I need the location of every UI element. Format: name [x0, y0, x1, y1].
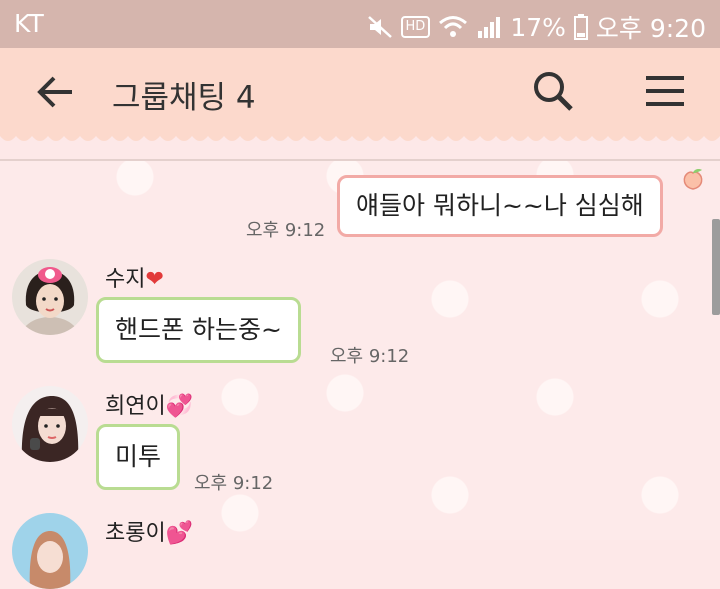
- menu-icon: [646, 76, 684, 106]
- sparkling-heart-icon: 💞: [165, 394, 194, 419]
- message-time: 오후 9:12: [330, 346, 410, 367]
- back-button[interactable]: [36, 72, 76, 112]
- header-scallop-edge: [0, 132, 720, 141]
- sender-name: 초롱이💕: [105, 521, 194, 546]
- wifi-icon: [438, 15, 468, 39]
- menu-button[interactable]: [644, 70, 686, 112]
- message-bubble[interactable]: 미투: [96, 424, 181, 490]
- back-arrow-icon: [37, 76, 72, 108]
- carrier-label: KT: [14, 9, 44, 38]
- message-text: 핸드폰 하는중~: [115, 315, 282, 344]
- message-time: 오후 9:12: [194, 473, 274, 494]
- message-text: 미투: [115, 442, 162, 471]
- avatar[interactable]: [12, 386, 88, 462]
- scrollbar[interactable]: [712, 219, 720, 315]
- search-button[interactable]: [530, 68, 576, 114]
- chat-title: 그룹채팅 4: [112, 80, 256, 116]
- message-time: 오후 9:12: [246, 220, 326, 241]
- signal-icon: [476, 15, 502, 39]
- message-bubble[interactable]: 핸드폰 하는중~: [96, 297, 301, 363]
- avatar[interactable]: [12, 513, 88, 589]
- chat-area[interactable]: 얘들아 뭐하니~~나 심심해 오후 9:12 수지❤ 핸드폰 하는중~ 오후 9…: [0, 161, 720, 589]
- chat-header: 그룹채팅 4: [0, 48, 720, 141]
- avatar[interactable]: [12, 259, 88, 335]
- battery-icon: [573, 14, 588, 40]
- message-text: 얘들아 뭐하니~~나 심심해: [356, 191, 644, 220]
- battery-percent: 17%: [510, 12, 566, 42]
- my-message-bubble[interactable]: 얘들아 뭐하니~~나 심심해: [337, 175, 663, 237]
- heart-icon: ❤: [145, 267, 164, 292]
- mute-icon: [367, 15, 393, 39]
- sender-name: 수지❤: [105, 267, 164, 292]
- peach-icon: [683, 169, 703, 190]
- clock: 오후 9:20: [595, 14, 706, 43]
- search-icon: [534, 72, 573, 111]
- sender-name: 희연이💞: [105, 394, 194, 419]
- hd-voice-icon: HD: [400, 16, 431, 38]
- sparkling-heart-icon: 💕: [165, 521, 194, 546]
- status-bar: KT HD 17% 오후 9:20: [0, 0, 720, 48]
